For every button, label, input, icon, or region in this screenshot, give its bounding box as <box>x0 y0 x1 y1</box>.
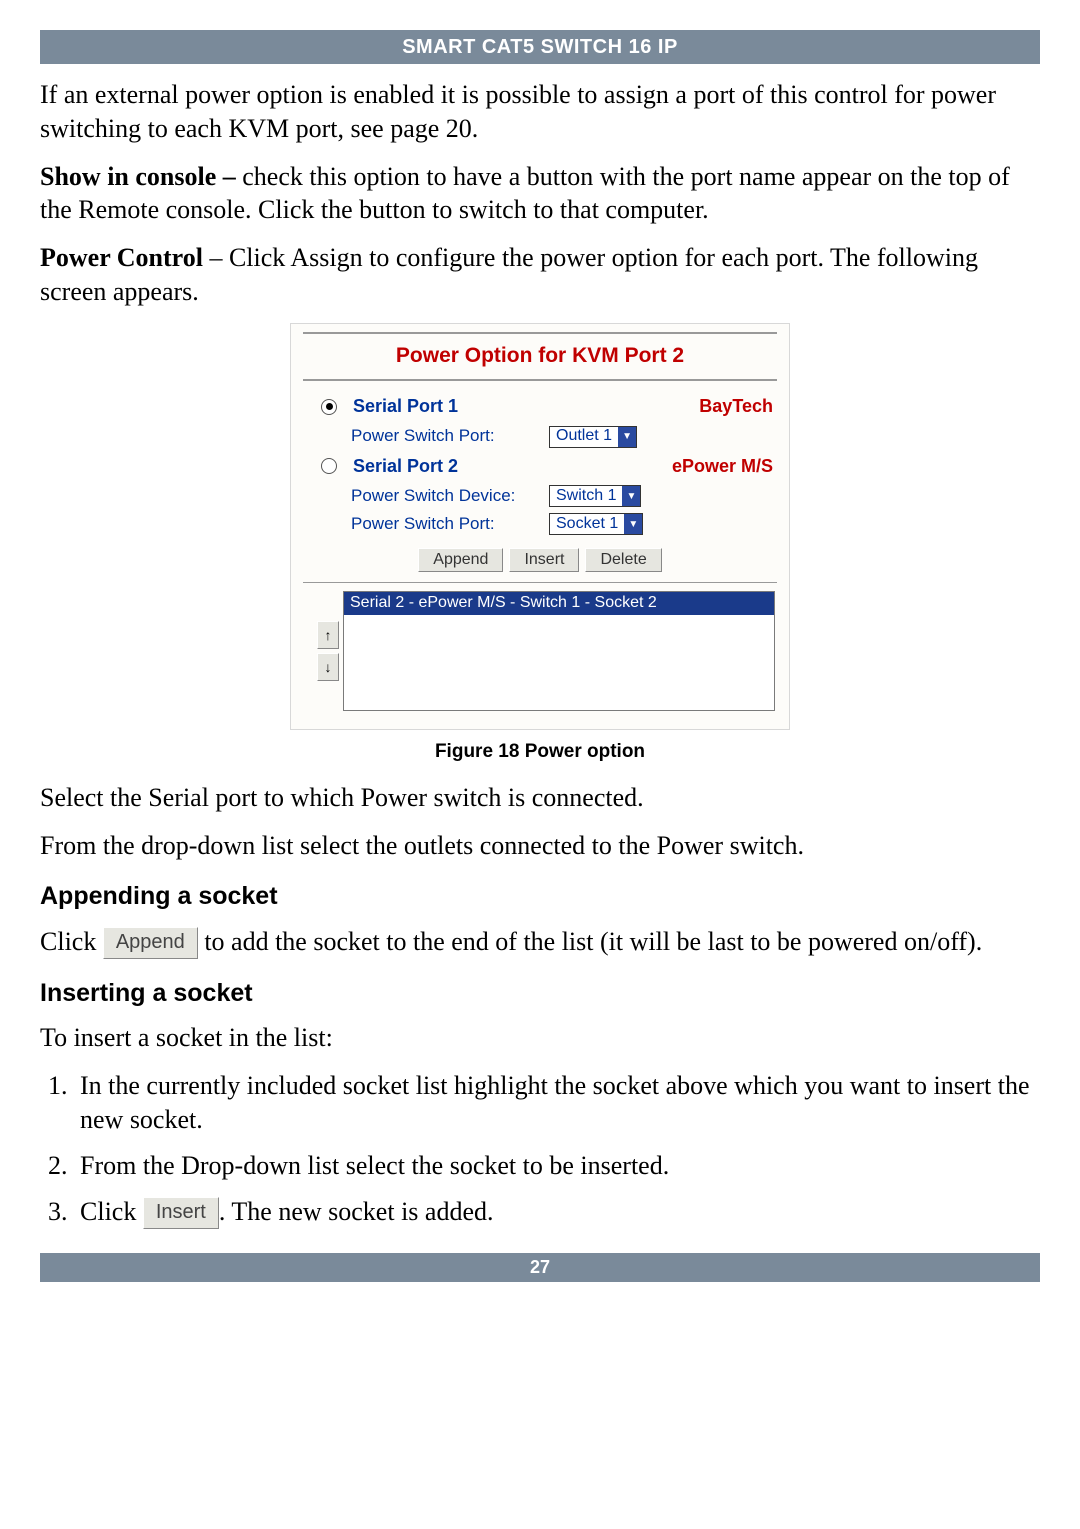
insert-step-1: In the currently included socket list hi… <box>74 1069 1040 1137</box>
dialog-title: Power Option for KVM Port 2 <box>303 336 777 381</box>
power-option-dialog: Power Option for KVM Port 2 Serial Port … <box>290 323 790 730</box>
list-item[interactable]: Serial 2 - ePower M/S - Switch 1 - Socke… <box>344 592 774 615</box>
insert-step-2: From the Drop-down list select the socke… <box>74 1149 1040 1183</box>
port2-power-switch-device-row: Power Switch Device: Switch 1 ▼ <box>303 482 777 510</box>
insert-step-3: Click Insert. The new socket is added. <box>74 1195 1040 1229</box>
port2-psp-select[interactable]: Socket 1 ▼ <box>549 513 643 535</box>
insert-steps-list: In the currently included socket list hi… <box>40 1069 1040 1228</box>
port2-psp-value: Socket 1 <box>550 514 624 535</box>
serial-port-1-row[interactable]: Serial Port 1 BayTech <box>303 391 777 422</box>
serial-port-1-label: Serial Port 1 <box>353 395 689 418</box>
figure-caption: Figure 18 Power option <box>40 740 1040 765</box>
header-title: SMART CAT5 SWITCH 16 IP <box>402 36 678 58</box>
port1-psp-label: Power Switch Port: <box>351 425 541 447</box>
insert-intro: To insert a socket in the list: <box>40 1021 1040 1055</box>
port2-psd-label: Power Switch Device: <box>351 485 541 507</box>
append-paragraph: Click Append to add the socket to the en… <box>40 925 1040 959</box>
socket-list-area: ↑ ↓ Serial 2 - ePower M/S - Switch 1 - S… <box>303 591 777 715</box>
section-heading-inserting: Inserting a socket <box>40 977 1040 1010</box>
move-up-button[interactable]: ↑ <box>317 621 339 649</box>
insert-step-3-pre: Click <box>80 1197 143 1226</box>
dialog-button-row: Append Insert Delete <box>303 538 777 583</box>
append-button[interactable]: Append <box>418 548 503 572</box>
inline-insert-button: Insert <box>143 1197 219 1229</box>
port1-power-switch-port-row: Power Switch Port: Outlet 1 ▼ <box>303 422 777 450</box>
append-text-pre: Click <box>40 927 103 956</box>
radio-serial-port-2[interactable] <box>321 458 337 474</box>
reorder-arrows: ↑ ↓ <box>317 591 339 711</box>
delete-button[interactable]: Delete <box>585 548 661 572</box>
dialog-top-divider <box>303 332 777 334</box>
serial-port-2-row[interactable]: Serial Port 2 ePower M/S <box>303 451 777 482</box>
serial-port-2-brand: ePower M/S <box>672 455 773 478</box>
section-heading-appending: Appending a socket <box>40 880 1040 913</box>
chevron-down-icon: ▼ <box>624 514 642 534</box>
port2-power-switch-port-row: Power Switch Port: Socket 1 ▼ <box>303 510 777 538</box>
insert-button[interactable]: Insert <box>509 548 579 572</box>
page-footer-bar: 27 <box>40 1253 1040 1282</box>
port1-psp-select[interactable]: Outlet 1 ▼ <box>549 426 637 448</box>
port2-psd-value: Switch 1 <box>550 486 622 507</box>
body-paragraph-4: Select the Serial port to which Power sw… <box>40 781 1040 815</box>
power-control-label: Power Control <box>40 243 203 272</box>
chevron-down-icon: ▼ <box>622 486 640 506</box>
port1-psp-value: Outlet 1 <box>550 426 618 447</box>
show-in-console-label: Show in console – <box>40 162 236 191</box>
port2-psd-select[interactable]: Switch 1 ▼ <box>549 485 641 507</box>
chevron-down-icon: ▼ <box>618 427 636 447</box>
dialog-container: Power Option for KVM Port 2 Serial Port … <box>40 323 1040 730</box>
move-down-button[interactable]: ↓ <box>317 653 339 681</box>
page-number: 27 <box>530 1257 550 1277</box>
body-paragraph-2: Show in console – check this option to h… <box>40 160 1040 228</box>
page-header-bar: SMART CAT5 SWITCH 16 IP <box>40 30 1040 64</box>
inline-append-button: Append <box>103 927 198 959</box>
body-paragraph-5: From the drop-down list select the outle… <box>40 829 1040 863</box>
radio-serial-port-1[interactable] <box>321 399 337 415</box>
socket-listbox[interactable]: Serial 2 - ePower M/S - Switch 1 - Socke… <box>343 591 775 711</box>
append-text-post: to add the socket to the end of the list… <box>204 927 982 956</box>
serial-port-2-label: Serial Port 2 <box>353 455 662 478</box>
body-paragraph-3: Power Control – Click Assign to configur… <box>40 241 1040 309</box>
serial-port-1-brand: BayTech <box>699 395 773 418</box>
insert-step-3-post: . The new socket is added. <box>219 1197 494 1226</box>
port2-psp-label: Power Switch Port: <box>351 513 541 535</box>
body-paragraph-1: If an external power option is enabled i… <box>40 78 1040 146</box>
